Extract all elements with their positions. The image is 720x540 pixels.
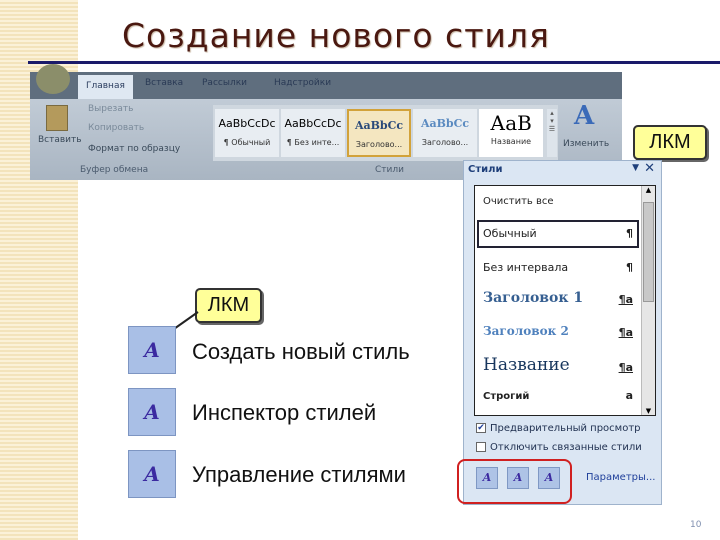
close-icon[interactable]: ✕ bbox=[644, 161, 655, 176]
gallery-scroll[interactable]: ▴ ▾ ☰ bbox=[547, 109, 557, 157]
slide-title: Создание нового стиля bbox=[122, 16, 550, 55]
tab-insert[interactable]: Вставка bbox=[145, 78, 183, 88]
scroll-down-icon[interactable]: ▼ bbox=[642, 407, 655, 415]
paste-button[interactable]: Вставить bbox=[38, 135, 82, 145]
paste-icon[interactable] bbox=[46, 105, 68, 131]
lkm-callout-top: ЛКМ bbox=[633, 125, 707, 160]
styles-pane-title: Стили bbox=[468, 164, 503, 175]
style-heading1[interactable]: AaBbCc Заголово... bbox=[347, 109, 411, 157]
list-item-title[interactable]: Название bbox=[483, 355, 633, 375]
scroll-up-icon[interactable]: ▲ bbox=[642, 186, 655, 194]
list-item-heading1[interactable]: Заголовок 1 bbox=[483, 290, 633, 306]
styles-pane: Стили ▼ ✕ Очистить все Обычный ¶ Без инт… bbox=[463, 160, 662, 505]
tab-home[interactable]: Главная bbox=[78, 75, 133, 99]
lkm-callout-left: ЛКМ bbox=[195, 288, 262, 323]
style-inspector-button-icon[interactable]: A bbox=[128, 388, 176, 436]
manage-styles-button-icon[interactable]: A bbox=[128, 450, 176, 498]
checkbox-checked-icon[interactable]: ✔ bbox=[476, 423, 486, 433]
styles-group-label: Стили bbox=[375, 165, 404, 175]
style-inspector-label: Инспектор стилей bbox=[192, 400, 377, 425]
tab-addins[interactable]: Надстройки bbox=[274, 78, 331, 88]
manage-styles-label: Управление стилями bbox=[192, 462, 406, 487]
styles-gallery: AaBbCcDc ¶ Обычный AaBbCcDc ¶ Без инте... … bbox=[213, 105, 558, 161]
char-mark: a bbox=[625, 389, 633, 402]
paragraph-mark: ¶ bbox=[626, 261, 633, 274]
list-scrollbar[interactable]: ▲ ▼ bbox=[641, 186, 655, 415]
list-item-normal[interactable]: Обычный bbox=[483, 227, 633, 240]
list-item-heading2[interactable]: Заголовок 2 bbox=[483, 324, 633, 338]
list-item-no-spacing[interactable]: Без интервала bbox=[483, 261, 633, 274]
linked-mark: ¶a bbox=[618, 326, 633, 339]
list-item-strong[interactable]: Строгий bbox=[483, 391, 633, 402]
styles-list: Очистить все Обычный ¶ Без интервала ¶ З… bbox=[474, 185, 656, 416]
ribbon-tabs: Главная Вставка Рассылки Надстройки bbox=[30, 64, 622, 99]
cut-button[interactable]: Вырезать bbox=[88, 104, 133, 114]
style-title[interactable]: АаВ Название bbox=[479, 109, 543, 157]
scroll-thumb[interactable] bbox=[643, 202, 654, 302]
title-divider bbox=[28, 61, 720, 64]
checkbox-icon[interactable] bbox=[476, 442, 486, 452]
style-heading2[interactable]: AaBbCc Заголово... bbox=[413, 109, 477, 157]
linked-mark: ¶a bbox=[618, 293, 633, 306]
change-styles-icon[interactable]: A bbox=[574, 101, 594, 131]
pane-menu-icon[interactable]: ▼ bbox=[632, 163, 639, 173]
copy-button[interactable]: Копировать bbox=[88, 123, 144, 133]
clipboard-group-label: Буфер обмена bbox=[80, 165, 149, 175]
paragraph-mark: ¶ bbox=[626, 227, 633, 240]
office-button[interactable] bbox=[36, 64, 70, 94]
highlight-box bbox=[457, 459, 572, 504]
style-normal[interactable]: AaBbCcDc ¶ Обычный bbox=[215, 109, 279, 157]
new-style-button-icon[interactable]: A bbox=[128, 326, 176, 374]
new-style-label: Создать новый стиль bbox=[192, 339, 410, 364]
page-number: 10 bbox=[690, 520, 702, 530]
tab-mailings[interactable]: Рассылки bbox=[202, 78, 247, 88]
style-no-spacing[interactable]: AaBbCcDc ¶ Без инте... bbox=[281, 109, 345, 157]
disable-linked-checkbox[interactable]: Отключить связанные стили bbox=[476, 442, 642, 453]
preview-checkbox[interactable]: ✔ Предварительный просмотр bbox=[476, 423, 641, 434]
format-painter-button[interactable]: Формат по образцу bbox=[88, 144, 180, 154]
list-item-clear-all[interactable]: Очистить все bbox=[483, 196, 633, 207]
linked-mark: ¶a bbox=[618, 361, 633, 374]
change-styles-button[interactable]: Изменить bbox=[563, 139, 609, 149]
options-link[interactable]: Параметры... bbox=[586, 472, 655, 483]
